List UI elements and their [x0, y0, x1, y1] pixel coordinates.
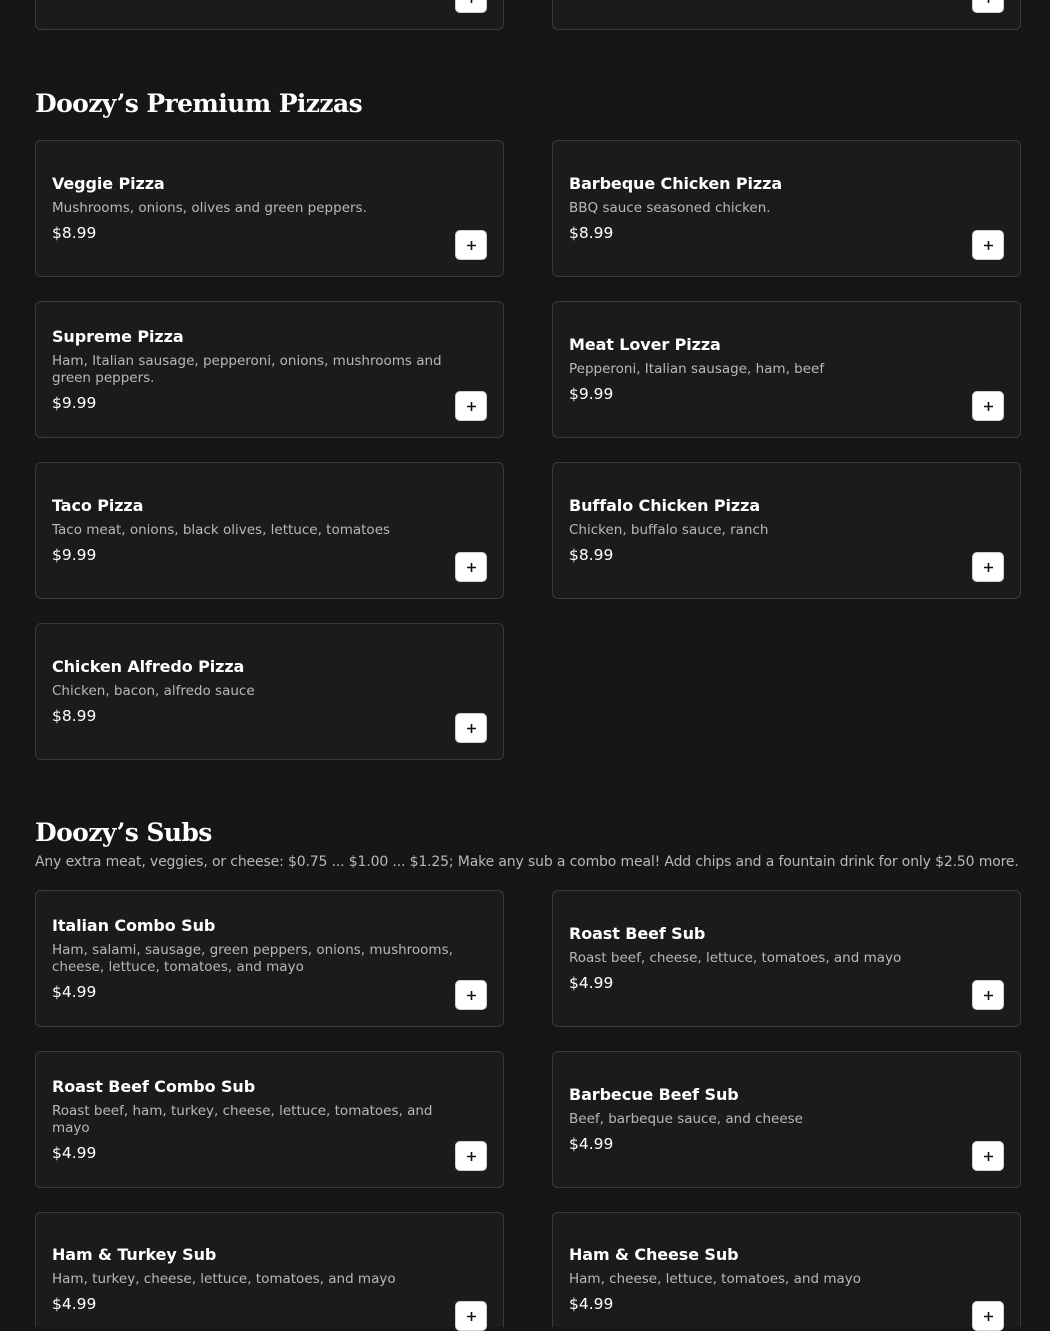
section-note: Any extra meat, veggies, or cheese: $0.7… [35, 854, 1019, 870]
plus-icon [466, 240, 476, 250]
menu-item-price: $4.99 [569, 1295, 614, 1313]
menu-item-price: $4.99 [52, 1143, 97, 1162]
menu-item-name: Supreme Pizza [52, 326, 184, 346]
add-to-cart-button[interactable] [455, 1141, 487, 1171]
menu-item-description: Roast beef, ham, turkey, cheese, lettuce… [52, 1102, 433, 1136]
menu-item-description: Taco meat, onions, black olives, lettuce… [52, 522, 391, 538]
section-title: Doozy’s Premium Pizzas [35, 89, 363, 118]
menu-item-name: Italian Combo Sub [52, 915, 216, 935]
add-to-cart-button[interactable] [455, 552, 487, 582]
menu-item-card[interactable]: Meat Lover Pizza Pepperoni, Italian saus… [552, 301, 1021, 438]
menu-item-card[interactable]: Roast Beef Sub Roast beef, cheese, lettu… [552, 890, 1021, 1027]
menu-item-name: Veggie Pizza [52, 174, 165, 193]
add-to-cart-button[interactable] [972, 1141, 1004, 1171]
menu-item-name: Taco Pizza [52, 496, 144, 515]
menu-item-name: Ham & Turkey Sub [52, 1245, 217, 1264]
menu-item-description: Ham, Italian sausage, pepperoni, onions,… [52, 352, 442, 386]
menu-item-card[interactable]: Ham & Turkey Sub Ham, turkey, cheese, le… [35, 1212, 504, 1331]
menu-item-description: Chicken, buffalo sauce, ranch [569, 522, 769, 538]
menu-item-name: Roast Beef Combo Sub [52, 1076, 256, 1096]
menu-item-name: Roast Beef Sub [569, 924, 706, 943]
menu-item-name: Barbecue Beef Sub [569, 1085, 739, 1104]
menu-item-name: Buffalo Chicken Pizza [569, 496, 761, 515]
menu-item-description: Mushrooms, onions, olives and green pepp… [52, 200, 367, 216]
menu-item-price: $8.99 [569, 546, 614, 564]
section-title: Doozy’s Subs [35, 818, 212, 847]
plus-icon [983, 1151, 993, 1161]
menu-item-price: $9.99 [569, 385, 614, 403]
menu-item-card[interactable]: Italian Combo Sub Ham, salami, sausage, … [35, 890, 504, 1027]
menu-item-price: $4.99 [52, 982, 97, 1001]
plus-icon [466, 990, 476, 1000]
add-to-cart-button[interactable] [455, 391, 487, 421]
menu-item-card[interactable]: Taco Pizza Taco meat, onions, black oliv… [35, 462, 504, 599]
menu-item-description: Pepperoni, Italian sausage, ham, beef [569, 361, 825, 377]
menu-item-price: $9.99 [52, 393, 97, 412]
menu-item-description: BBQ sauce seasoned chicken. [569, 200, 771, 216]
menu-item-name: Meat Lover Pizza [569, 335, 721, 354]
plus-icon [983, 562, 993, 572]
menu-item-description: Chicken, bacon, alfredo sauce [52, 683, 255, 699]
plus-icon [983, 240, 993, 250]
menu-item-price: $4.99 [569, 1135, 614, 1153]
menu-item-card[interactable]: Roast Beef Combo Sub Roast beef, ham, tu… [35, 1051, 504, 1188]
plus-icon [983, 401, 993, 411]
add-to-cart-button[interactable] [455, 713, 487, 743]
menu-item-name: Ham & Cheese Sub [569, 1245, 739, 1264]
menu-item-price: $8.99 [569, 224, 614, 242]
menu-item-price: $9.99 [52, 546, 97, 564]
menu-item-description: Roast beef, cheese, lettuce, tomatoes, a… [569, 950, 902, 966]
plus-icon [466, 1151, 476, 1161]
menu-item-description: Ham, salami, sausage, green peppers, oni… [52, 941, 453, 975]
plus-icon [983, 990, 993, 1000]
menu-item-price: $8.99 [52, 707, 97, 725]
add-to-cart-button[interactable] [972, 391, 1004, 421]
add-to-cart-button[interactable] [455, 980, 487, 1010]
menu-item-card [552, 0, 1021, 30]
menu-item-name: Chicken Alfredo Pizza [52, 657, 245, 676]
plus-icon [983, 1311, 993, 1321]
menu-item-description: Ham, cheese, lettuce, tomatoes, and mayo [569, 1271, 861, 1287]
menu-item-card[interactable]: Veggie Pizza Mushrooms, onions, olives a… [35, 140, 504, 277]
add-to-cart-button[interactable] [455, 0, 487, 13]
plus-icon [466, 562, 476, 572]
add-to-cart-button[interactable] [455, 230, 487, 260]
menu-item-price: $4.99 [52, 1295, 97, 1313]
menu-item-price: $8.99 [52, 224, 97, 242]
plus-icon [466, 401, 476, 411]
menu-item-card[interactable]: Barbecue Beef Sub Beef, barbeque sauce, … [552, 1051, 1021, 1188]
plus-icon [466, 723, 476, 733]
menu-item-card[interactable]: Chicken Alfredo Pizza Chicken, bacon, al… [35, 623, 504, 760]
menu-item-price: $4.99 [569, 974, 614, 992]
add-to-cart-button[interactable] [972, 0, 1004, 13]
plus-icon [470, 0, 472, 3]
menu-item-card[interactable]: Barbeque Chicken Pizza BBQ sauce seasone… [552, 140, 1021, 277]
menu-item-name: Barbeque Chicken Pizza [569, 174, 783, 193]
menu-item-description: Ham, turkey, cheese, lettuce, tomatoes, … [52, 1271, 396, 1287]
menu-item-card[interactable]: Supreme Pizza Ham, Italian sausage, pepp… [35, 301, 504, 438]
add-to-cart-button[interactable] [972, 552, 1004, 582]
menu-item-card [35, 0, 504, 30]
add-to-cart-button[interactable] [972, 230, 1004, 260]
menu-item-card[interactable]: Buffalo Chicken Pizza Chicken, buffalo s… [552, 462, 1021, 599]
add-to-cart-button[interactable] [972, 980, 1004, 1010]
menu-item-description: Beef, barbeque sauce, and cheese [569, 1111, 803, 1127]
menu-item-card[interactable]: Ham & Cheese Sub Ham, cheese, lettuce, t… [552, 1212, 1021, 1331]
plus-icon [466, 1311, 476, 1321]
plus-icon [987, 0, 989, 3]
